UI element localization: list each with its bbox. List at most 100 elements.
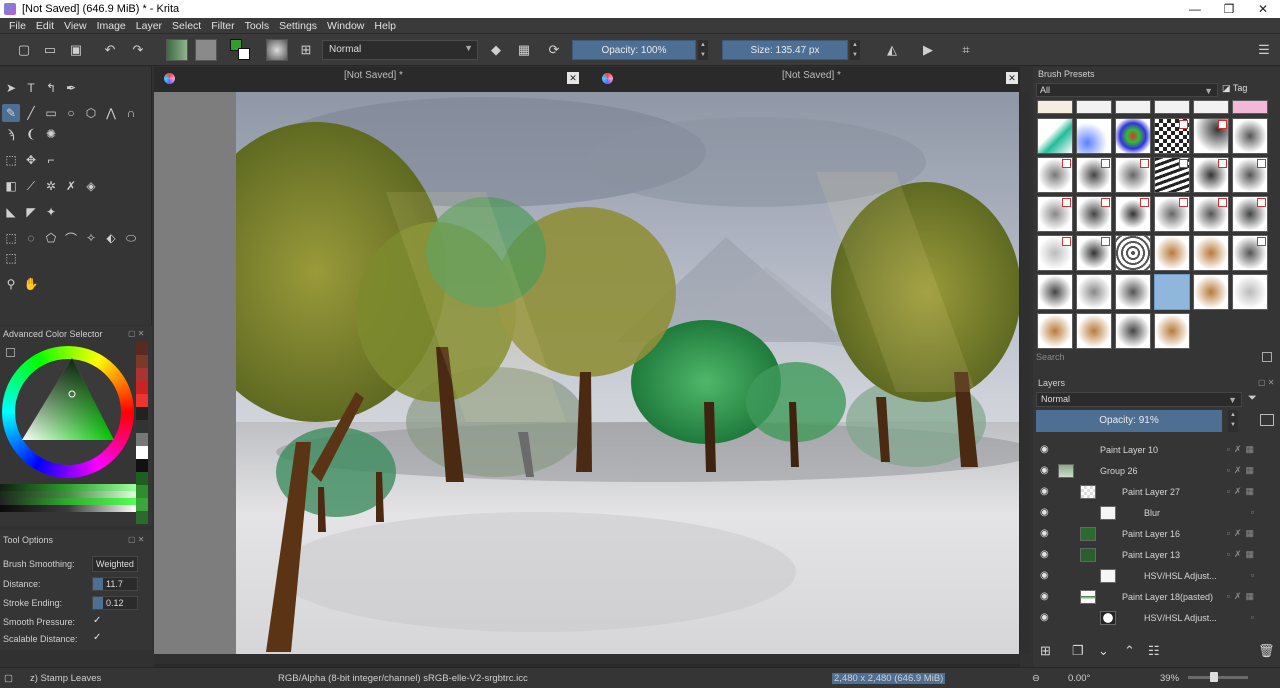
color-picker-tool-icon[interactable]: ⟋ — [22, 177, 40, 195]
brush-preset[interactable] — [1037, 196, 1073, 232]
menu-layer[interactable]: Layer — [131, 20, 167, 32]
brush-smoothing-dropdown[interactable]: Weighted — [92, 556, 138, 572]
docker-menu-icon[interactable]: ☰ — [1254, 40, 1274, 60]
layer-row[interactable]: ◉ Paint Layer 27 ▫✗▦ — [1036, 482, 1266, 503]
layer-row[interactable]: ◉ HSV/HSL Adjust... ▫ — [1036, 566, 1266, 587]
zoom-value[interactable]: 39% — [1160, 673, 1179, 684]
brush-preset[interactable] — [1232, 100, 1268, 114]
brush-preset[interactable] — [1037, 313, 1073, 349]
polygon-select-tool-icon[interactable]: ⬠ — [42, 229, 60, 247]
visibility-eye-icon[interactable]: ◉ — [1040, 570, 1049, 581]
color-settings-icon[interactable] — [6, 348, 15, 357]
line-tool-icon[interactable]: ╱ — [22, 104, 40, 122]
layer-row[interactable]: ◉ Paint Layer 10 ▫✗▦ — [1036, 440, 1266, 461]
fg-bg-color-swatch[interactable] — [230, 39, 252, 61]
add-layer-icon[interactable]: ⊞ — [1040, 643, 1051, 659]
fill-tool-icon[interactable]: ✗ — [62, 177, 80, 195]
menu-view[interactable]: View — [59, 20, 92, 32]
brush-preset[interactable] — [1154, 100, 1190, 114]
text-tool-icon[interactable]: T — [22, 79, 40, 97]
zoom-slider[interactable] — [1188, 676, 1248, 679]
workspace-grid-icon[interactable]: ⊞ — [296, 40, 316, 60]
maximize-button[interactable]: ❐ — [1212, 0, 1246, 18]
color-shade-bars[interactable] — [0, 484, 136, 512]
distance-slider[interactable]: 11.7 — [92, 577, 138, 591]
new-document-icon[interactable]: ▢ — [14, 40, 34, 60]
layer-row[interactable]: ◉ Paint Layer 13 ▫✗▦ — [1036, 545, 1266, 566]
menu-tools[interactable]: Tools — [240, 20, 275, 32]
blend-mode-dropdown[interactable]: Normal ▼ — [322, 40, 478, 60]
brush-preset[interactable] — [1037, 235, 1073, 271]
crop-tool-icon[interactable]: ⌐ — [42, 151, 60, 169]
opacity-slider[interactable]: Opacity: 100% — [572, 40, 696, 60]
layer-opacity-spinner[interactable]: ▲ ▼ — [1228, 410, 1238, 432]
preset-tag-filter-dropdown[interactable]: All ▼ — [1036, 83, 1218, 97]
brush-preset[interactable] — [1232, 196, 1268, 232]
pan-tool-icon[interactable]: ✋ — [22, 275, 40, 293]
brush-preset[interactable] — [1115, 235, 1151, 271]
close-tab-2-icon[interactable]: ✕ — [1006, 72, 1018, 84]
brush-preset[interactable] — [1076, 196, 1112, 232]
brush-preset-icon[interactable]: ▢ — [4, 673, 13, 684]
menu-file[interactable]: File — [4, 20, 31, 32]
redo-icon[interactable]: ↷ — [128, 40, 148, 60]
visibility-eye-icon[interactable]: ◉ — [1040, 612, 1049, 623]
canvas-vertical-scrollbar[interactable] — [1020, 92, 1030, 654]
bezier-select-tool-icon[interactable]: ⬭ — [122, 229, 140, 247]
freehand-select-tool-icon[interactable]: ⌒ — [62, 229, 80, 247]
brush-preset[interactable] — [1193, 196, 1229, 232]
brush-preset[interactable] — [1115, 196, 1151, 232]
brush-preset[interactable] — [1076, 274, 1112, 310]
brush-preset[interactable] — [1193, 100, 1229, 114]
layer-properties-sliders-icon[interactable]: ☷ — [1148, 643, 1160, 659]
brush-preset[interactable] — [1154, 196, 1190, 232]
rotation-value[interactable]: 0.00° — [1068, 673, 1090, 684]
gradient-tool-icon[interactable]: ◧ — [2, 177, 20, 195]
brush-preset[interactable] — [1154, 118, 1190, 154]
brush-preset[interactable] — [1115, 118, 1151, 154]
close-window-button[interactable]: ✕ — [1246, 0, 1280, 18]
layer-row[interactable]: ◉ Group 26 ▫✗▦ — [1036, 461, 1266, 482]
layer-lock-alpha-icons[interactable]: ▫✗▦ — [1227, 465, 1258, 476]
brush-preset[interactable] — [1232, 235, 1268, 271]
visibility-eye-icon[interactable]: ◉ — [1040, 591, 1049, 602]
brush-preset-search[interactable]: Search — [1036, 352, 1256, 366]
layer-lock-alpha-icons[interactable]: ▫✗▦ — [1227, 486, 1258, 497]
brush-preset[interactable] — [1115, 100, 1151, 114]
preset-chooser-menu-icon[interactable] — [1262, 352, 1272, 362]
wrap-around-icon[interactable]: ⌗ — [956, 40, 976, 60]
brush-preset[interactable] — [1115, 157, 1151, 193]
docker-float-close-icon[interactable]: ▢ ✕ — [1258, 378, 1274, 387]
painting-canvas[interactable] — [236, 92, 1019, 654]
brush-preset[interactable] — [1076, 157, 1112, 193]
layer-row[interactable]: ◉ Paint Layer 18(pasted) ▫✗▦ — [1036, 587, 1266, 608]
brush-preset[interactable] — [1037, 157, 1073, 193]
brush-preset[interactable] — [1076, 118, 1112, 154]
mirror-horizontal-icon[interactable]: ◭ — [882, 40, 902, 60]
similar-select-tool-icon[interactable]: ⬖ — [102, 229, 120, 247]
brush-preset[interactable] — [1232, 118, 1268, 154]
layer-properties-icon[interactable] — [1260, 414, 1274, 426]
layer-lock-icon[interactable]: ▫ — [1251, 612, 1258, 622]
ellipse-select-tool-icon[interactable]: ◌ — [22, 229, 40, 247]
layer-blend-mode-dropdown[interactable]: Normal ▼ — [1036, 392, 1242, 407]
layer-row[interactable]: ◉ Blur ▫ — [1036, 503, 1266, 524]
canvas-horizontal-scrollbar[interactable] — [154, 654, 1020, 664]
layer-lock-icon[interactable]: ▫ — [1251, 507, 1258, 517]
reload-preset-icon[interactable]: ⟳ — [544, 40, 564, 60]
move-layer-down-icon[interactable]: ⌄ — [1098, 643, 1109, 659]
freehand-path-tool-icon[interactable]: ϡ — [2, 125, 20, 143]
rotation-icon[interactable]: ⊖ — [1032, 673, 1040, 684]
visibility-eye-icon[interactable]: ◉ — [1040, 507, 1049, 518]
multibrush-tool-icon[interactable]: ✺ — [42, 125, 60, 143]
open-folder-icon[interactable]: ▭ — [40, 40, 60, 60]
brush-preset[interactable] — [1076, 235, 1112, 271]
calligraphy-tool-icon[interactable]: ✒ — [62, 79, 80, 97]
eraser-mode-icon[interactable]: ◆ — [486, 40, 506, 60]
layer-lock-alpha-icons[interactable]: ▫✗▦ — [1227, 528, 1258, 539]
menu-settings[interactable]: Settings — [274, 20, 322, 32]
visibility-eye-icon[interactable]: ◉ — [1040, 528, 1049, 539]
pattern-swatch[interactable] — [195, 39, 217, 61]
menu-window[interactable]: Window — [322, 20, 369, 32]
magic-wand-tool-icon[interactable]: ✧ — [82, 229, 100, 247]
